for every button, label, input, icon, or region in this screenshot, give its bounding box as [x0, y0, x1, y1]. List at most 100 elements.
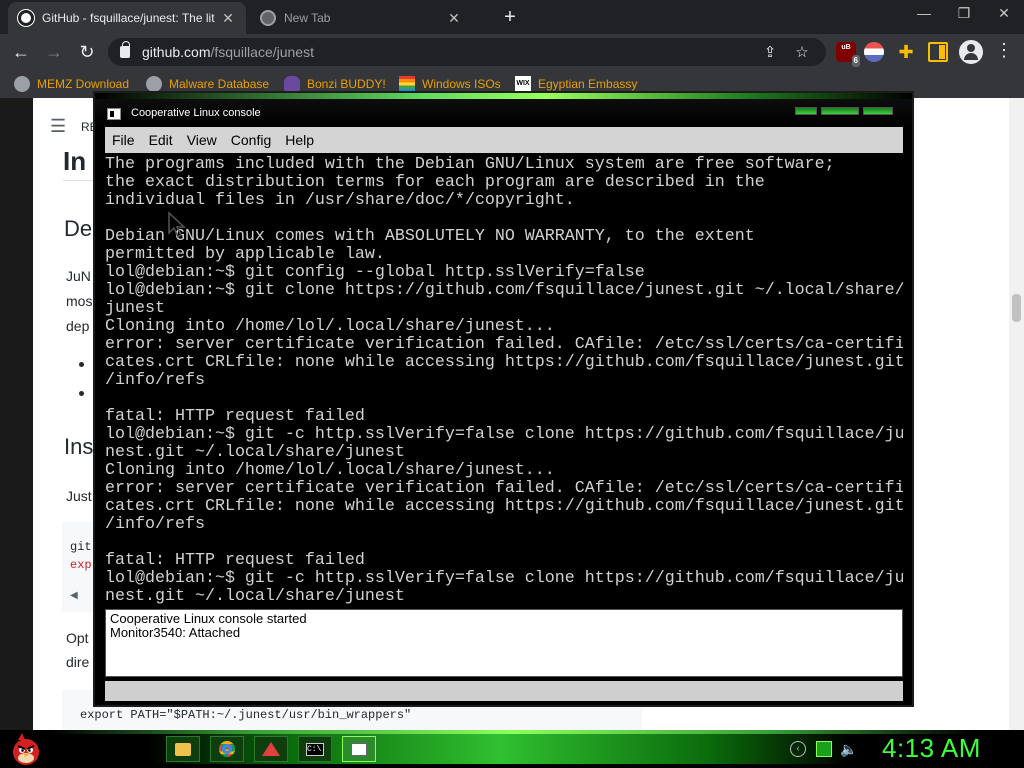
terminal-line: lol@debian:~$ git -c http.sslVerify=fals… — [105, 425, 903, 444]
share-icon[interactable]: ⇪ — [760, 43, 780, 61]
close-tab-icon[interactable]: ✕ — [446, 10, 462, 27]
chrome-menu-icon[interactable]: ⋮ — [994, 40, 1014, 61]
heading-installation: In — [63, 146, 87, 176]
globe-icon — [146, 76, 162, 92]
terminal-line: fatal: HTTP request failed — [105, 407, 365, 426]
reload-icon[interactable]: ↻ — [74, 40, 100, 64]
bullet — [79, 362, 84, 367]
terminal-line: fatal: HTTP request failed — [105, 551, 365, 570]
start-button-angry-bird-icon[interactable] — [6, 731, 48, 767]
taskbar-colinux-console[interactable] — [342, 736, 376, 762]
github-icon — [18, 10, 34, 26]
vpn-flag-icon[interactable] — [864, 42, 884, 62]
globe-icon — [14, 76, 30, 92]
readme-menu-icon[interactable]: ☰ — [50, 116, 66, 137]
bookmark-star-icon[interactable]: ☆ — [792, 43, 812, 61]
terminal-line: permitted by applicable law. — [105, 245, 385, 264]
tab-new-tab[interactable]: New Tab ✕ — [250, 2, 472, 34]
menu-config[interactable]: Config — [224, 132, 278, 148]
scroll-left-icon[interactable]: ◀ — [70, 590, 78, 601]
terminal-line: cates.crt CRLfile: none while accessing … — [105, 497, 903, 516]
minimize-icon[interactable] — [795, 107, 817, 115]
terminal-line: Cloning into /home/lol/.local/share/june… — [105, 317, 555, 336]
wix-icon: WIX — [515, 76, 531, 92]
terminal-line: the exact distribution terms for each pr… — [105, 173, 765, 192]
tray-chevron-icon[interactable]: ‹ — [790, 741, 806, 757]
colinux-titlebar[interactable]: Cooperative Linux console — [95, 93, 912, 125]
log-line: Cooperative Linux console started — [110, 611, 307, 626]
close-window-icon[interactable]: ✕ — [984, 0, 1024, 30]
bullet — [79, 391, 84, 396]
folder-icon — [175, 742, 191, 756]
taskbar-file-explorer[interactable] — [166, 736, 200, 762]
network-icon[interactable] — [816, 741, 832, 757]
terminal-line: individual files in /usr/share/doc/*/cop… — [105, 191, 575, 210]
tab-title: New Tab — [284, 11, 331, 25]
code-line: exp — [70, 558, 92, 572]
url-host: github.com — [142, 44, 211, 60]
scrollbar-thumb[interactable] — [1012, 294, 1021, 322]
side-panel-icon[interactable] — [928, 42, 948, 62]
close-window-icon[interactable] — [863, 107, 893, 115]
colinux-daemon-icon — [262, 742, 280, 756]
terminal-line: error: server certificate verification f… — [105, 479, 903, 498]
terminal-line: nest.git ~/.local/share/junest — [105, 587, 405, 606]
tab-github-junest[interactable]: GitHub - fsquillace/junest: The lit ✕ — [8, 2, 246, 34]
taskbar-command-prompt[interactable]: C:\ — [298, 736, 332, 762]
paragraph-text: dep — [66, 318, 90, 334]
menu-help[interactable]: Help — [278, 132, 321, 148]
terminal-line: Debian GNU/Linux comes with ABSOLUTELY N… — [105, 227, 755, 246]
paragraph-text: JuN — [66, 268, 91, 284]
taskbar: C:\ ‹ 🔈 4:13 AM — [0, 730, 1024, 768]
taskbar-colinux-daemon[interactable] — [254, 736, 288, 762]
log-line: Monitor3540: Attached — [110, 625, 241, 640]
terminal-line: junest — [105, 299, 165, 318]
terminal-line: nest.git ~/.local/share/junest — [105, 443, 405, 462]
ublock-origin-icon[interactable]: uB 6 — [836, 42, 860, 67]
command-prompt-icon: C:\ — [306, 742, 324, 756]
terminal-line: /info/refs — [105, 371, 205, 390]
bookmark-label: MEMZ Download — [37, 77, 130, 91]
url-path: /fsquillace/junest — [210, 44, 314, 60]
taskbar-chrome[interactable] — [210, 736, 244, 762]
restore-icon[interactable]: ❐ — [944, 0, 984, 30]
browser-toolbar: ← → ↻ github.com/fsquillace/junest ⇪ ☆ u… — [0, 34, 1024, 70]
window-title: Cooperative Linux console — [131, 107, 261, 119]
close-tab-icon[interactable]: ✕ — [220, 10, 236, 27]
profile-avatar[interactable] — [959, 40, 983, 64]
terminal-line: lol@debian:~$ git config --global http.s… — [105, 263, 645, 282]
terminal-output[interactable]: The programs included with the Debian GN… — [105, 156, 903, 608]
paragraph-text: Opt — [66, 630, 89, 646]
heading-dependencies: De — [64, 216, 93, 241]
lock-icon[interactable] — [120, 41, 130, 58]
menu-edit[interactable]: Edit — [142, 132, 180, 148]
colinux-console-window: Cooperative Linux console File Edit View… — [93, 91, 914, 707]
page-scrollbar[interactable] — [1009, 98, 1024, 730]
code-line: git — [70, 540, 92, 554]
menu-file[interactable]: File — [105, 132, 142, 148]
back-icon[interactable]: ← — [8, 40, 34, 64]
terminal-line: /info/refs — [105, 515, 205, 534]
chrome-icon — [219, 741, 235, 757]
forward-icon[interactable]: → — [41, 40, 67, 64]
minimize-icon[interactable]: — — [904, 0, 944, 30]
address-bar[interactable]: github.com/fsquillace/junest ⇪ ☆ — [108, 38, 826, 66]
volume-icon[interactable]: 🔈 — [840, 741, 857, 757]
new-tab-button[interactable]: + — [498, 6, 522, 30]
taskbar-clock[interactable]: 4:13 AM — [882, 733, 981, 764]
terminal-line: error: server certificate verification f… — [105, 335, 903, 354]
tab-title: GitHub - fsquillace/junest: The lit — [42, 11, 215, 25]
extension-badge: 6 — [851, 55, 860, 67]
terminal-line: cates.crt CRLfile: none while accessing … — [105, 353, 903, 372]
mouse-cursor-icon — [168, 211, 186, 239]
bookmark-label: Bonzi BUDDY! — [307, 77, 386, 91]
code-line: export PATH="$PATH:~/.junest/usr/bin_wra… — [80, 708, 412, 722]
bookmark-label: Egyptian Embassy — [538, 77, 638, 91]
colinux-menubar: File Edit View Config Help — [105, 127, 903, 153]
menu-view[interactable]: View — [180, 132, 224, 148]
maximize-icon[interactable] — [821, 107, 859, 115]
extensions-puzzle-icon[interactable]: ✚ — [896, 42, 916, 62]
console-window-icon — [351, 742, 367, 756]
